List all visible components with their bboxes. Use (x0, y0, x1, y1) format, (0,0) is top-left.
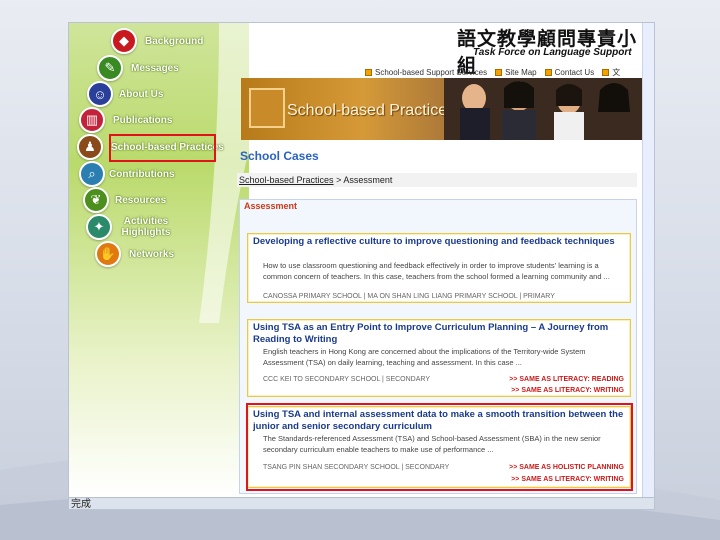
teacher-icon: ♟ (77, 134, 103, 160)
section-heading: Assessment (244, 201, 298, 211)
nav-item-label: Messages (131, 62, 179, 74)
top-link-label: Contact Us (554, 68, 595, 77)
nav-item-label: Contributions (109, 168, 175, 180)
case-description: How to use classroom questioning and fee… (263, 261, 610, 281)
case-description: English teachers in Hong Kong are concer… (263, 347, 586, 367)
nav-item-activities-highlights[interactable]: ✦ Activities Highlights (86, 214, 174, 240)
case-tag-link[interactable]: >> SAME AS LITERACY: WRITING (511, 387, 624, 394)
page-title: School Cases (240, 149, 319, 163)
top-link-label: 文 (612, 68, 621, 77)
case-school: CCC KEI TO SECONDARY SCHOOL | SECONDARY (263, 376, 431, 383)
case-title-link[interactable]: Developing a reflective culture to impro… (253, 236, 625, 248)
active-nav-highlight (109, 134, 216, 162)
book-icon (365, 69, 372, 76)
case-school: CANOSSA PRIMARY SCHOOL | MA ON SHAN LING… (263, 293, 555, 300)
people-icon: ☺ (87, 81, 113, 107)
top-link-site-map[interactable]: Site Map (495, 68, 537, 77)
top-links: School-based Support Services Site Map C… (365, 67, 628, 78)
top-link-contact-us[interactable]: Contact Us (544, 68, 595, 77)
nav-item-label: Resources (115, 194, 167, 206)
envelope-icon (544, 69, 552, 76)
nav-item-background[interactable]: ◆ Background (111, 28, 204, 54)
case-highlight-box (246, 403, 633, 491)
site-title-english: Task Force on Language Support (473, 47, 632, 58)
case-card: Using TSA as an Entry Point to Improve C… (247, 319, 631, 397)
top-link-label: School-based Support Services (375, 68, 488, 77)
leaf-icon: ❦ (83, 187, 109, 213)
nav-item-label: About Us (119, 88, 164, 100)
vertical-scrollbar[interactable] (642, 23, 654, 497)
case-card: Developing a reflective culture to impro… (247, 233, 631, 303)
nav-item-messages[interactable]: ✎ Messages (97, 55, 179, 81)
top-link-chinese-version[interactable]: 文 (602, 67, 620, 78)
banner-photo (444, 78, 644, 140)
pen-icon: ✎ (97, 55, 123, 81)
banner-title: School-based Practices (287, 102, 456, 119)
sitemap-icon (495, 69, 503, 76)
nav-item-label: Publications (113, 114, 173, 126)
nav-item-label: Background (145, 35, 204, 47)
breadcrumb: School-based Practices > Assessment (237, 173, 637, 187)
top-link-support-services[interactable]: School-based Support Services (365, 68, 487, 77)
nav-item-label: Networks (129, 248, 175, 260)
language-icon (602, 69, 610, 76)
breadcrumb-separator: > (336, 175, 342, 185)
hat-icon: ◆ (111, 28, 137, 54)
nav-item-about-us[interactable]: ☺ About Us (87, 81, 164, 107)
handshake-icon: ✋ (95, 241, 121, 267)
case-title-link[interactable]: Using TSA as an Entry Point to Improve C… (253, 322, 625, 346)
breadcrumb-link[interactable]: School-based Practices (239, 175, 334, 185)
magnifier-icon: ⌕ (79, 161, 105, 187)
case-tag-link[interactable]: >> SAME AS LITERACY: READING (509, 376, 624, 383)
nav-item-networks[interactable]: ✋ Networks (95, 241, 175, 267)
breadcrumb-current: Assessment (343, 175, 393, 185)
nav-item-resources[interactable]: ❦ Resources (83, 187, 167, 213)
figures-icon: ✦ (86, 214, 112, 240)
nav-item-contributions[interactable]: ⌕ Contributions (79, 161, 175, 187)
nav-item-publications[interactable]: ▥ Publications (79, 107, 173, 133)
nav-item-label: Activities Highlights (121, 216, 171, 238)
status-bar: 完成 (69, 497, 654, 509)
top-link-label: Site Map (505, 68, 537, 77)
teacher-board-icon (249, 88, 285, 128)
books-icon: ▥ (79, 107, 105, 133)
section-banner: School-based Practices (241, 78, 644, 140)
browser-window: ◆ Background ✎ Messages ☺ About Us ▥ Pub… (68, 22, 655, 510)
